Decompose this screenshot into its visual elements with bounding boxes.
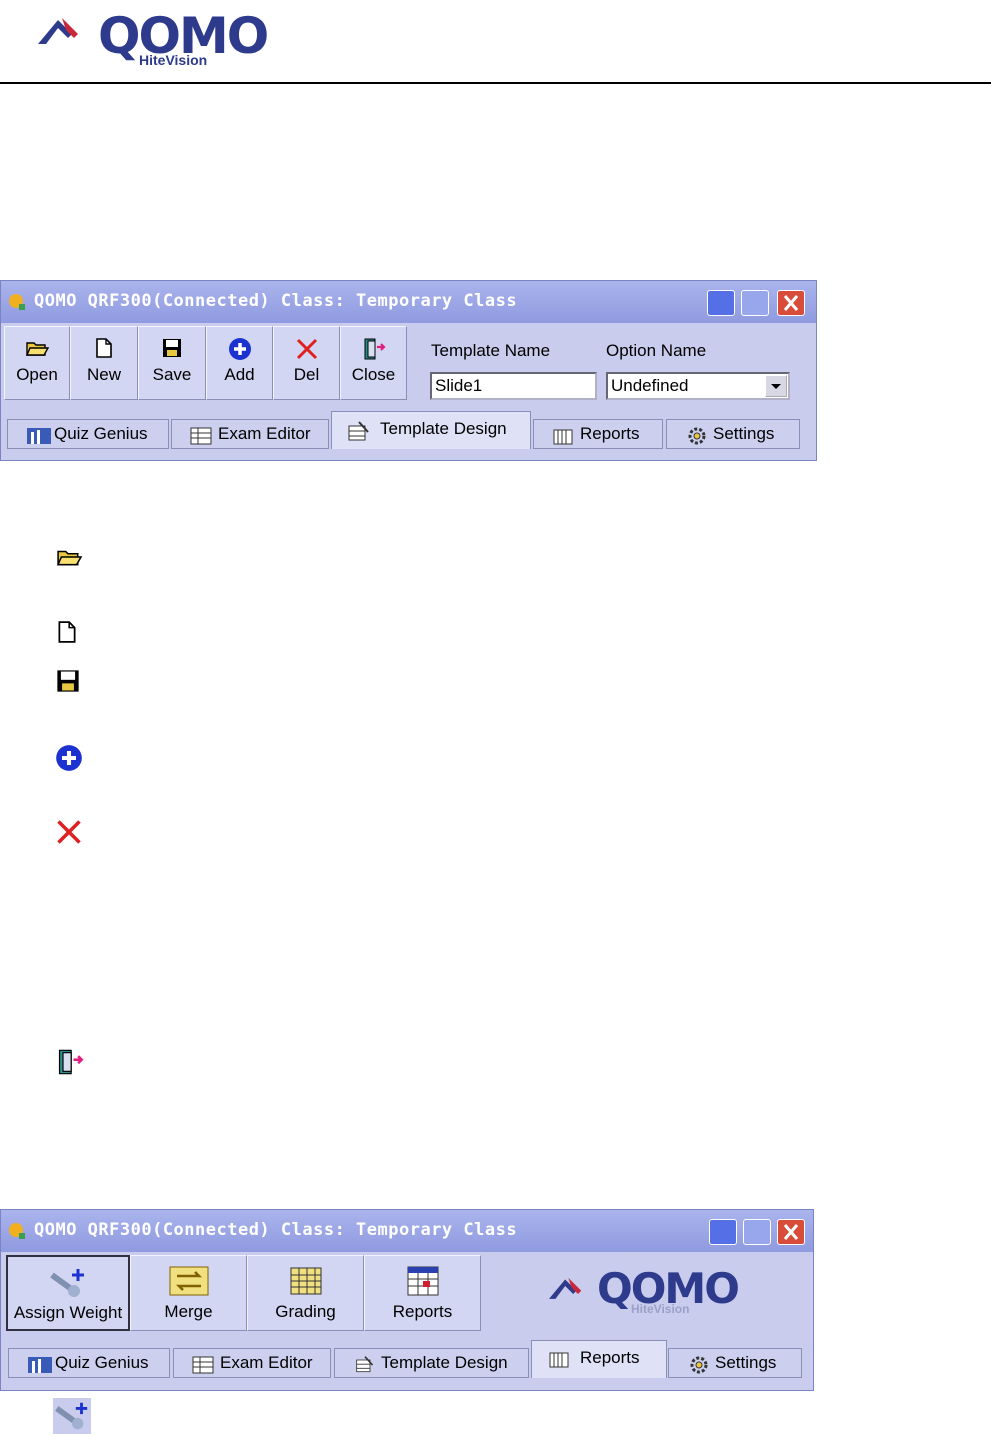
tab-quiz-genius-label: Quiz Genius bbox=[55, 1353, 149, 1372]
template-name-label: Template Name bbox=[431, 341, 551, 360]
open-folder-icon bbox=[25, 342, 49, 356]
tab-template-design[interactable]: Template Design bbox=[334, 1348, 529, 1378]
window-title: QOMO QRF300(Connected) Class: Temporary … bbox=[34, 1220, 518, 1240]
window-title: QOMO QRF300(Connected) Class: Temporary … bbox=[34, 291, 518, 311]
logo-mark-icon bbox=[549, 1277, 582, 1299]
dropdown-arrow-button[interactable] bbox=[765, 375, 787, 397]
new-document-icon bbox=[58, 621, 76, 643]
tab-template-design-label: Template Design bbox=[380, 419, 507, 438]
open-folder-icon bbox=[56, 550, 83, 566]
maximize-button[interactable] bbox=[743, 1219, 771, 1245]
close-x-icon bbox=[783, 1224, 799, 1240]
qomo-logo: QOMO HiteVision bbox=[38, 8, 270, 70]
tab-reports[interactable]: Reports bbox=[533, 419, 663, 449]
open-label: Open bbox=[16, 365, 58, 384]
option-name-value: Undefined bbox=[611, 376, 689, 395]
reports-label: Reports bbox=[392, 1302, 453, 1321]
assign-weight-label: Assign Weight bbox=[13, 1303, 123, 1322]
settings-gear-icon bbox=[690, 1356, 708, 1374]
chevron-down-icon bbox=[771, 384, 781, 389]
grading-icon bbox=[290, 1267, 321, 1295]
close-label: Close bbox=[351, 365, 396, 384]
tab-template-design-label: Template Design bbox=[381, 1353, 508, 1372]
template-name-input[interactable]: Slide1 bbox=[430, 372, 597, 400]
reports-icon bbox=[553, 429, 573, 445]
close-door-icon bbox=[58, 1049, 84, 1075]
tab-settings-label: Settings bbox=[715, 1353, 777, 1372]
delete-x-icon bbox=[296, 338, 317, 360]
assign-weight-button[interactable]: Assign Weight bbox=[6, 1255, 130, 1331]
app-icon bbox=[9, 1223, 25, 1239]
tab-reports[interactable]: Reports bbox=[531, 1340, 667, 1378]
reports-window: QOMO QRF300(Connected) Class: Temporary … bbox=[0, 1209, 814, 1391]
option-name-label: Option Name bbox=[606, 341, 707, 360]
grading-button[interactable]: Grading bbox=[247, 1255, 364, 1331]
minimize-button[interactable] bbox=[709, 1219, 737, 1245]
template-design-icon bbox=[356, 1356, 374, 1373]
close-x-icon bbox=[783, 295, 799, 311]
template-design-icon bbox=[348, 421, 369, 441]
tab-bar: Quiz Genius Exam Editor Template Design … bbox=[1, 411, 816, 457]
tab-reports-label: Reports bbox=[580, 1348, 640, 1367]
close-window-button[interactable] bbox=[777, 1219, 805, 1245]
logo-mark-icon bbox=[38, 18, 78, 44]
tab-settings[interactable]: Settings bbox=[666, 419, 800, 449]
exam-editor-icon bbox=[190, 427, 212, 445]
assign-weight-icon bbox=[53, 1398, 91, 1434]
close-window-button[interactable] bbox=[777, 290, 805, 316]
close-door-icon bbox=[364, 338, 386, 360]
title-bar[interactable]: QOMO QRF300(Connected) Class: Temporary … bbox=[1, 281, 816, 323]
tab-exam-editor[interactable]: Exam Editor bbox=[171, 419, 329, 449]
app-icon bbox=[9, 294, 25, 310]
template-design-window: QOMO QRF300(Connected) Class: Temporary … bbox=[0, 280, 817, 461]
settings-gear-icon bbox=[688, 427, 706, 445]
logo-subtext: HiteVision bbox=[631, 1302, 690, 1316]
tab-quiz-genius-label: Quiz Genius bbox=[54, 424, 148, 443]
add-plus-icon bbox=[228, 338, 251, 360]
minimize-button[interactable] bbox=[707, 290, 735, 316]
delete-button[interactable]: Del bbox=[273, 326, 340, 400]
tab-exam-editor[interactable]: Exam Editor bbox=[173, 1348, 331, 1378]
save-button[interactable]: Save bbox=[138, 326, 206, 400]
tab-exam-editor-label: Exam Editor bbox=[218, 424, 311, 443]
tab-bar: Quiz Genius Exam Editor Template Design … bbox=[1, 1340, 813, 1386]
merge-button[interactable]: Merge bbox=[130, 1255, 247, 1331]
tab-settings-label: Settings bbox=[713, 424, 775, 443]
add-label: Add bbox=[224, 365, 255, 384]
logo-subtext: HiteVision bbox=[139, 52, 208, 68]
del-label: Del bbox=[293, 365, 320, 384]
title-bar[interactable]: QOMO QRF300(Connected) Class: Temporary … bbox=[1, 1210, 813, 1252]
new-label: New bbox=[86, 365, 121, 384]
reports-button[interactable]: Reports bbox=[364, 1255, 481, 1331]
grading-label: Grading bbox=[275, 1302, 336, 1321]
tab-exam-editor-label: Exam Editor bbox=[220, 1353, 313, 1372]
exam-editor-icon bbox=[192, 1356, 214, 1374]
save-disk-icon bbox=[163, 339, 181, 357]
maximize-button[interactable] bbox=[741, 290, 769, 316]
option-name-select[interactable]: Undefined bbox=[606, 372, 790, 400]
quiz-genius-icon bbox=[27, 428, 51, 444]
open-button[interactable]: Open bbox=[4, 326, 70, 400]
tab-quiz-genius[interactable]: Quiz Genius bbox=[8, 1348, 170, 1378]
merge-label: Merge bbox=[164, 1302, 213, 1321]
new-document-icon bbox=[96, 338, 112, 358]
save-label: Save bbox=[152, 365, 192, 384]
add-plus-icon bbox=[56, 745, 82, 771]
add-button[interactable]: Add bbox=[206, 326, 273, 400]
reports-icon bbox=[407, 1266, 438, 1296]
assign-weight-icon bbox=[50, 1269, 84, 1297]
qomo-logo: QOMO HiteVision bbox=[549, 1266, 749, 1322]
tab-settings[interactable]: Settings bbox=[668, 1348, 802, 1378]
header-rule bbox=[0, 82, 991, 84]
reports-icon bbox=[549, 1352, 569, 1368]
close-button[interactable]: Close bbox=[340, 326, 407, 400]
new-button[interactable]: New bbox=[70, 326, 138, 400]
tab-template-design[interactable]: Template Design bbox=[331, 411, 531, 449]
save-disk-icon bbox=[57, 670, 79, 692]
tab-quiz-genius[interactable]: Quiz Genius bbox=[7, 419, 169, 449]
quiz-genius-icon bbox=[28, 1357, 52, 1373]
merge-icon bbox=[169, 1266, 208, 1296]
tab-reports-label: Reports bbox=[580, 424, 640, 443]
delete-x-icon bbox=[57, 820, 81, 844]
